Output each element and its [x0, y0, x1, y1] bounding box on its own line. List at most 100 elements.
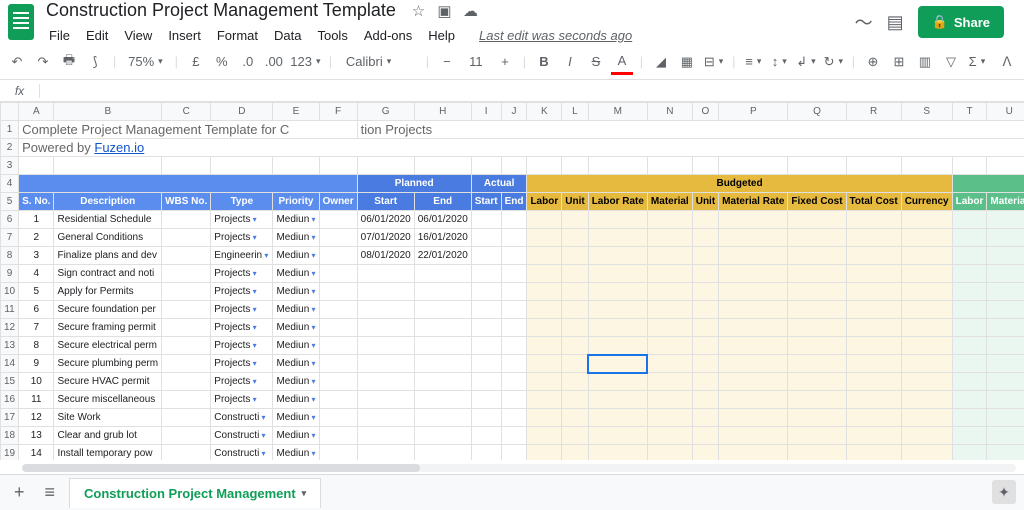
menu-addons[interactable]: Add-ons — [357, 25, 419, 46]
strike-button[interactable]: S — [585, 49, 607, 75]
cell-owner[interactable] — [319, 355, 357, 373]
spreadsheet-grid[interactable]: ABCDEFGHIJKLMNOPQRSTUVWX1Complete Projec… — [0, 102, 1024, 460]
paint-format-button[interactable]: ⟆ — [84, 49, 106, 75]
col-header[interactable]: K — [527, 103, 562, 121]
cell-owner[interactable] — [319, 211, 357, 229]
cell-owner[interactable] — [319, 427, 357, 445]
last-edit-label[interactable]: Last edit was seconds ago — [472, 25, 639, 46]
cell-sno[interactable]: 3 — [19, 247, 54, 265]
cell-wbs[interactable] — [162, 265, 211, 283]
cell-sno[interactable]: 11 — [19, 391, 54, 409]
cell-priority-dropdown[interactable]: Mediun — [273, 373, 319, 391]
borders-button[interactable]: ▦ — [676, 49, 698, 75]
menu-help[interactable]: Help — [421, 25, 462, 46]
increase-decimal-button[interactable]: .00 — [263, 49, 285, 75]
col-header[interactable]: Q — [788, 103, 846, 121]
activity-icon[interactable]: 〜 — [855, 9, 873, 35]
cell-type-dropdown[interactable]: Projects — [211, 265, 273, 283]
merge-button[interactable]: ⊟ — [702, 49, 725, 75]
cell-priority-dropdown[interactable]: Mediun — [273, 247, 319, 265]
toolbar-collapse-button[interactable]: ᐱ — [996, 49, 1018, 75]
undo-button[interactable]: ↶ — [6, 49, 28, 75]
cell-wbs[interactable] — [162, 301, 211, 319]
cell-description[interactable]: Residential Schedule — [54, 211, 162, 229]
menu-insert[interactable]: Insert — [161, 25, 208, 46]
row-header[interactable]: 15 — [1, 373, 19, 391]
font-select[interactable]: Calibri — [339, 49, 419, 75]
cell-type-dropdown[interactable]: Engineerin — [211, 247, 273, 265]
cell-sno[interactable]: 14 — [19, 445, 54, 461]
cell-sno[interactable]: 4 — [19, 265, 54, 283]
cell-sno[interactable]: 8 — [19, 337, 54, 355]
font-size-input[interactable]: 11 — [462, 49, 490, 75]
cell-type-dropdown[interactable]: Constructi — [211, 445, 273, 461]
col-header[interactable]: J — [501, 103, 527, 121]
fill-color-button[interactable]: ◢ — [650, 49, 672, 75]
cell-type-dropdown[interactable]: Constructi — [211, 409, 273, 427]
cell-sno[interactable]: 13 — [19, 427, 54, 445]
cell-type-dropdown[interactable]: Projects — [211, 229, 273, 247]
all-sheets-button[interactable]: ≡ — [39, 482, 62, 503]
cell-type-dropdown[interactable]: Projects — [211, 373, 273, 391]
cell-description[interactable]: Secure electrical perm — [54, 337, 162, 355]
cell-sno[interactable]: 9 — [19, 355, 54, 373]
row-header[interactable]: 7 — [1, 229, 19, 247]
cell-priority-dropdown[interactable]: Mediun — [273, 409, 319, 427]
cell-owner[interactable] — [319, 265, 357, 283]
wrap-button[interactable]: ↲ — [794, 49, 817, 75]
row-header[interactable]: 12 — [1, 319, 19, 337]
cell-wbs[interactable] — [162, 337, 211, 355]
col-header[interactable]: P — [719, 103, 788, 121]
cloud-icon[interactable]: ☁ — [461, 2, 479, 20]
menu-file[interactable]: File — [42, 25, 77, 46]
menu-view[interactable]: View — [117, 25, 159, 46]
cell-owner[interactable] — [319, 301, 357, 319]
cell-sno[interactable]: 12 — [19, 409, 54, 427]
print-button[interactable]: 🖶 — [58, 49, 80, 75]
scrollbar-thumb[interactable] — [22, 464, 420, 472]
col-header[interactable]: E — [273, 103, 319, 121]
cell-owner[interactable] — [319, 373, 357, 391]
cell-priority-dropdown[interactable]: Mediun — [273, 445, 319, 461]
rotate-button[interactable]: ↻ — [822, 49, 845, 75]
col-header[interactable]: N — [647, 103, 692, 121]
cell-owner[interactable] — [319, 409, 357, 427]
col-header[interactable]: L — [562, 103, 588, 121]
percent-button[interactable]: % — [211, 49, 233, 75]
cell-sno[interactable]: 1 — [19, 211, 54, 229]
col-header[interactable]: M — [588, 103, 647, 121]
cell-priority-dropdown[interactable]: Mediun — [273, 283, 319, 301]
col-header[interactable]: S — [901, 103, 952, 121]
cell-owner[interactable] — [319, 445, 357, 461]
star-icon[interactable]: ☆ — [409, 2, 427, 20]
cell-priority-dropdown[interactable]: Mediun — [273, 319, 319, 337]
font-size-increase[interactable]: + — [494, 49, 516, 75]
doc-title[interactable]: Construction Project Management Template — [42, 0, 400, 23]
cell-description[interactable]: Secure miscellaneous — [54, 391, 162, 409]
cell-description[interactable]: Install temporary pow — [54, 445, 162, 461]
cell-description[interactable]: Finalize plans and dev — [54, 247, 162, 265]
row-header[interactable]: 17 — [1, 409, 19, 427]
cell-wbs[interactable] — [162, 247, 211, 265]
move-icon[interactable]: ▣ — [435, 2, 453, 20]
app-icon[interactable] — [8, 4, 34, 40]
col-header[interactable]: U — [987, 103, 1024, 121]
row-header[interactable]: 8 — [1, 247, 19, 265]
add-sheet-button[interactable]: + — [8, 482, 31, 503]
valign-button[interactable]: ↕ — [768, 49, 790, 75]
row-header[interactable]: 14 — [1, 355, 19, 373]
cell-owner[interactable] — [319, 391, 357, 409]
comments-icon[interactable]: ▤ — [887, 12, 904, 33]
col-header[interactable]: H — [414, 103, 471, 121]
font-size-decrease[interactable]: − — [436, 49, 458, 75]
link-button[interactable]: ⊕ — [862, 49, 884, 75]
cell-description[interactable]: Secure framing permit — [54, 319, 162, 337]
col-header[interactable]: G — [357, 103, 414, 121]
menu-format[interactable]: Format — [210, 25, 265, 46]
decrease-decimal-button[interactable]: .0 — [237, 49, 259, 75]
sheet-tab-active[interactable]: Construction Project Management — [69, 478, 321, 508]
cell-sno[interactable]: 6 — [19, 301, 54, 319]
number-format-button[interactable]: 123 — [289, 49, 322, 75]
bold-button[interactable]: B — [533, 49, 555, 75]
col-header[interactable]: D — [211, 103, 273, 121]
